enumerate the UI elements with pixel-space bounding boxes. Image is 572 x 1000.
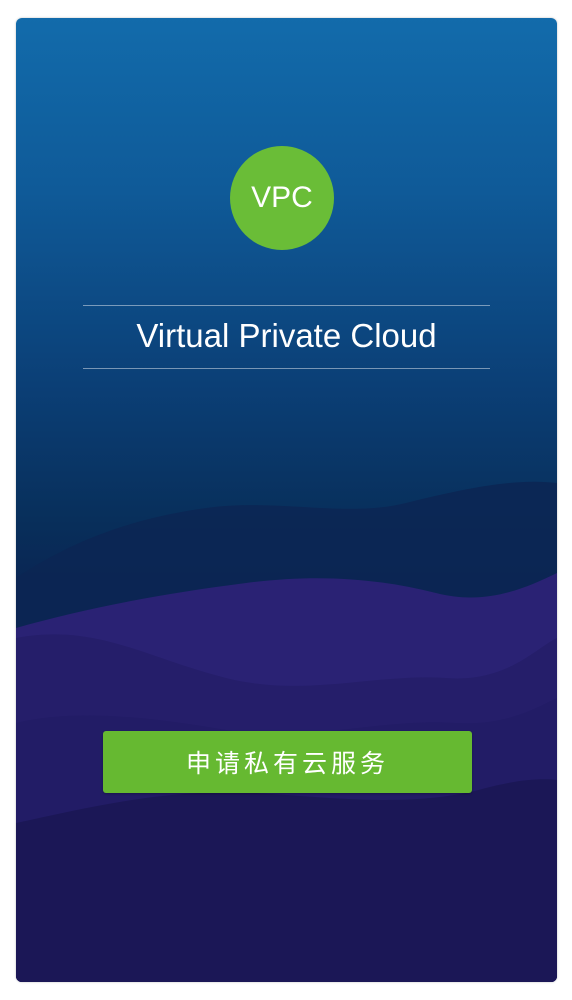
splash-screen: VPC Virtual Private Cloud 申请私有云服务: [16, 18, 557, 982]
wave-layer-5: [16, 779, 557, 982]
apply-private-cloud-button[interactable]: 申请私有云服务: [103, 731, 472, 793]
title-divider-top: [83, 305, 490, 306]
vpc-logo: VPC: [230, 146, 334, 250]
app-title: Virtual Private Cloud: [136, 317, 437, 354]
logo-text: VPC: [251, 181, 313, 214]
title-divider-bottom: [83, 368, 490, 369]
apply-button-label: 申请私有云服务: [185, 749, 389, 778]
